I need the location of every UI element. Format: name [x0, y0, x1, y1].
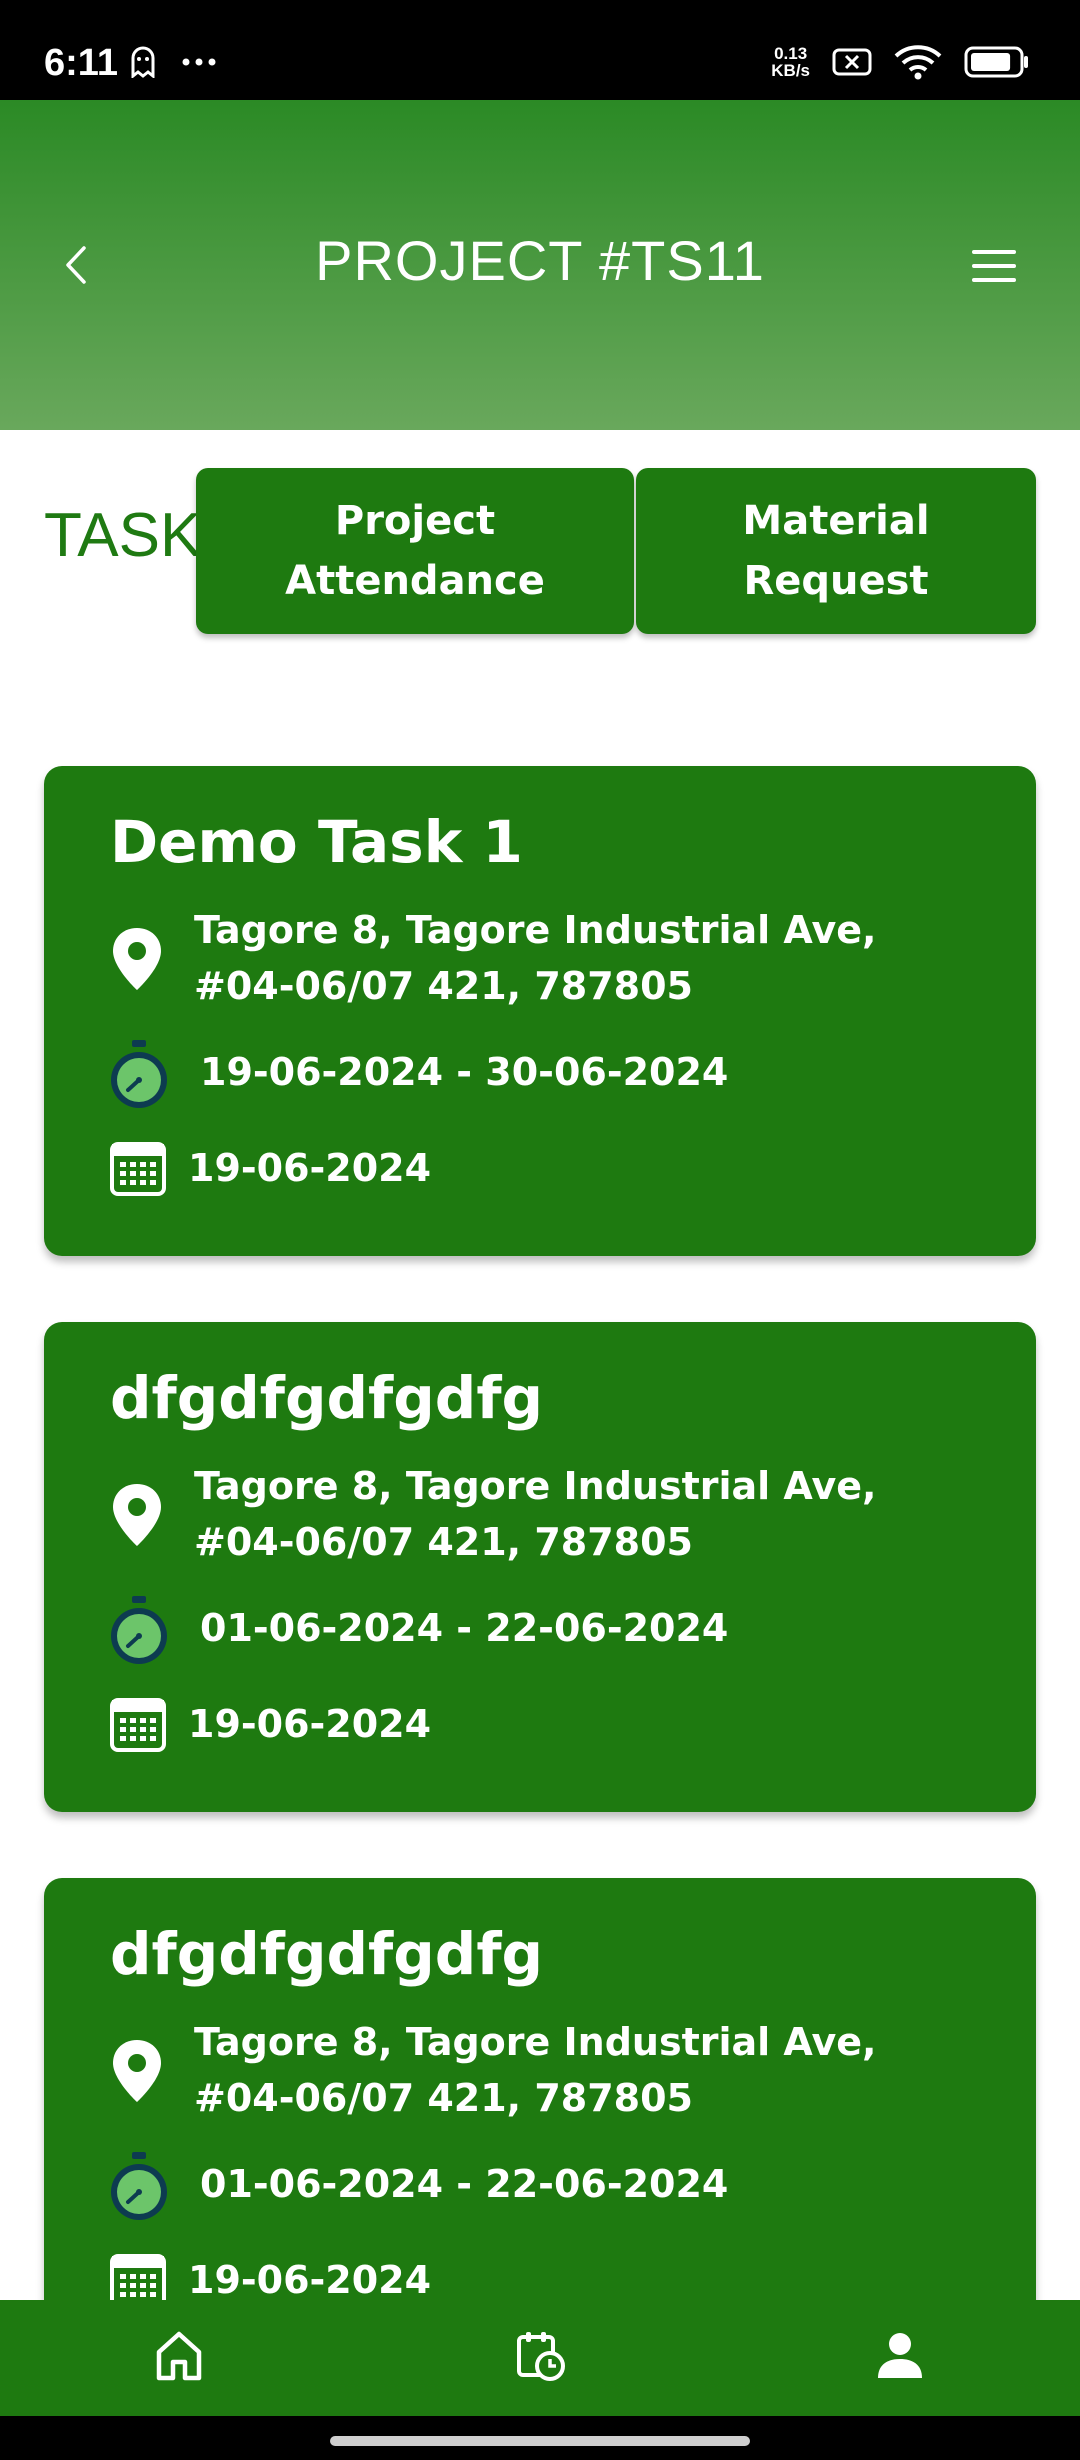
task-address: Tagore 8, Tagore Industrial Ave, #04-06/… — [194, 908, 877, 1008]
task-date-range: 01-06-2024 - 22-06-2024 — [200, 2162, 729, 2206]
task-title: dfgdfgdfgdfg — [110, 1920, 544, 1988]
status-system-icons: 0.13 KB/s — [771, 44, 1030, 80]
system-gesture-bar — [0, 2416, 1080, 2460]
battery-icon — [964, 46, 1028, 78]
network-speed-unit: KB/s — [771, 61, 810, 80]
sim-off-icon — [832, 48, 872, 76]
task-title: dfgdfgdfgdfg — [110, 1364, 544, 1432]
home-gesture-pill[interactable] — [330, 2436, 750, 2446]
ghost-icon — [131, 46, 155, 78]
network-speed: 0.13 KB/s — [771, 45, 810, 79]
task-card[interactable]: dfgdfgdfgdfg Tagore 8, Tagore Industrial… — [44, 1878, 1036, 2368]
attendance-clock-icon[interactable] — [516, 2330, 566, 2382]
profile-icon[interactable] — [876, 2330, 924, 2382]
page-title: PROJECT #TS11 — [315, 229, 765, 292]
task-date-range: 19-06-2024 - 30-06-2024 — [200, 1050, 729, 1094]
status-bar: 6:11 0.13 KB/s — [0, 0, 1080, 100]
task-card[interactable]: dfgdfgdfgdfg Tagore 8, Tagore Industrial… — [44, 1322, 1036, 1812]
task-card[interactable]: Demo Task 1 Tagore 8, Tagore Industrial … — [44, 766, 1036, 1256]
task-date: 19-06-2024 — [188, 1146, 432, 1190]
task-address: Tagore 8, Tagore Industrial Ave, #04-06/… — [194, 1464, 877, 1564]
more-dots-icon — [182, 58, 216, 66]
stopwatch-icon — [111, 1596, 167, 1664]
stopwatch-icon — [111, 2152, 167, 2220]
project-attendance-button[interactable]: Project Attendance — [196, 468, 634, 634]
home-icon[interactable] — [154, 2330, 204, 2382]
network-speed-value: 0.13 — [774, 44, 808, 63]
task-tab-label[interactable]: TASK — [44, 500, 201, 571]
status-notification-icons — [130, 46, 216, 78]
location-pin-icon — [113, 2040, 161, 2102]
location-pin-icon — [113, 928, 161, 990]
stopwatch-icon — [111, 1040, 167, 1108]
project-attendance-label-line2: Attendance — [285, 558, 545, 604]
task-date: 19-06-2024 — [188, 1702, 432, 1746]
material-request-button[interactable]: Material Request — [636, 468, 1036, 634]
project-attendance-label-line1: Project — [334, 498, 496, 544]
material-request-label-line1: Material — [742, 498, 930, 544]
task-date-range: 01-06-2024 - 22-06-2024 — [200, 1606, 729, 1650]
calendar-icon — [110, 1698, 166, 1752]
hamburger-menu-icon[interactable] — [970, 246, 1018, 286]
location-pin-icon — [113, 1484, 161, 1546]
bottom-navigation — [0, 2300, 1080, 2416]
material-request-label-line2: Request — [743, 558, 929, 604]
task-title: Demo Task 1 — [110, 808, 523, 876]
task-address: Tagore 8, Tagore Industrial Ave, #04-06/… — [194, 2020, 877, 2120]
wifi-icon — [894, 45, 942, 80]
calendar-icon — [110, 1142, 166, 1196]
status-time: 6:11 — [44, 42, 118, 84]
app-header: PROJECT #TS11 — [0, 100, 1080, 430]
